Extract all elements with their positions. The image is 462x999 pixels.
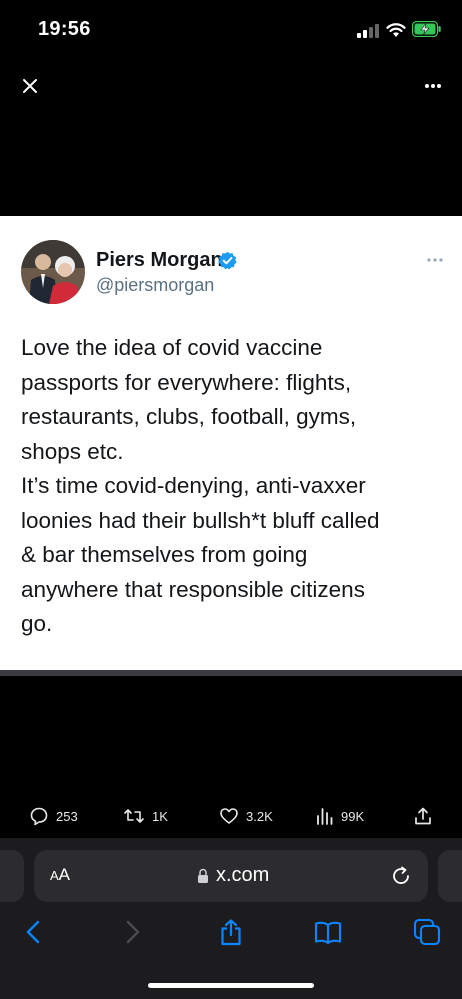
text-size-big-a: A [58,865,71,884]
back-chevron-icon[interactable] [20,918,48,946]
tweet-line: shops etc. [21,438,124,464]
avatar [21,240,85,304]
repost-button[interactable]: 1K [123,805,168,827]
repost-count: 1K [152,808,168,824]
browser-toolbar: AA x.com [0,838,462,999]
previous-tab-peek[interactable] [0,850,24,902]
tweet-text: Love the idea of covid vaccine passports… [21,331,451,642]
tweet-line: passports for everywhere: flights, [21,369,352,395]
text-size-button[interactable]: AA [50,865,70,885]
close-icon[interactable] [20,76,40,96]
reload-icon[interactable] [390,865,412,887]
text-size-small-a: A [50,868,59,883]
tweet-line: restaurants, clubs, football, gyms, [21,404,357,429]
tweet-line: go. [21,611,53,636]
author-name: Piers Morgan [96,249,223,271]
repost-icon [124,809,144,823]
forward-chevron-icon[interactable] [118,918,146,946]
heart-icon [220,808,238,824]
cellular-signal-icon [357,24,379,38]
tweet-line: loonies had their bullsh*t bluff called [21,507,380,533]
lock-icon [198,868,208,883]
author-handle: @piersmorgan [96,275,215,295]
bookmarks-book-icon[interactable] [314,918,342,946]
tweet-line: Love the idea of covid vaccine [21,335,323,360]
like-button[interactable]: 3.2K [219,805,273,827]
share-icon [415,807,431,825]
reply-button[interactable]: 253 [29,805,78,827]
battery-charging-icon [412,21,441,37]
tweet-image[interactable]: Piers Morgan @piersmorgan Love the idea … [0,216,462,676]
status-time: 19:56 [38,18,91,40]
address-bar[interactable]: AA x.com [34,850,428,902]
tweet-line: anywhere that responsible citizens [21,576,365,602]
home-indicator[interactable] [148,983,314,988]
engagement-bar: 253 1K 3.2K 99K [0,800,462,832]
tweet-line: It’s time covid-denying, anti-vaxxer [21,473,366,498]
next-tab-peek[interactable] [438,850,462,902]
tweet-line: & bar themselves from going [21,542,308,567]
views-icon [317,808,333,825]
reply-count: 253 [56,808,78,824]
share-button[interactable] [413,805,433,827]
status-bar: 19:56 [0,0,462,60]
tabs-overview-icon[interactable] [413,918,441,946]
verified-badge-icon [218,251,237,270]
share-icon[interactable] [217,918,245,946]
views-count: 99K [341,808,365,824]
like-count: 3.2K [246,808,273,824]
wifi-icon [386,23,406,37]
reply-icon [30,807,48,826]
tweet-more-icon [427,258,443,262]
more-options-icon[interactable] [420,76,446,96]
views-button[interactable]: 99K [316,805,364,827]
url-text: x.com [216,864,270,886]
